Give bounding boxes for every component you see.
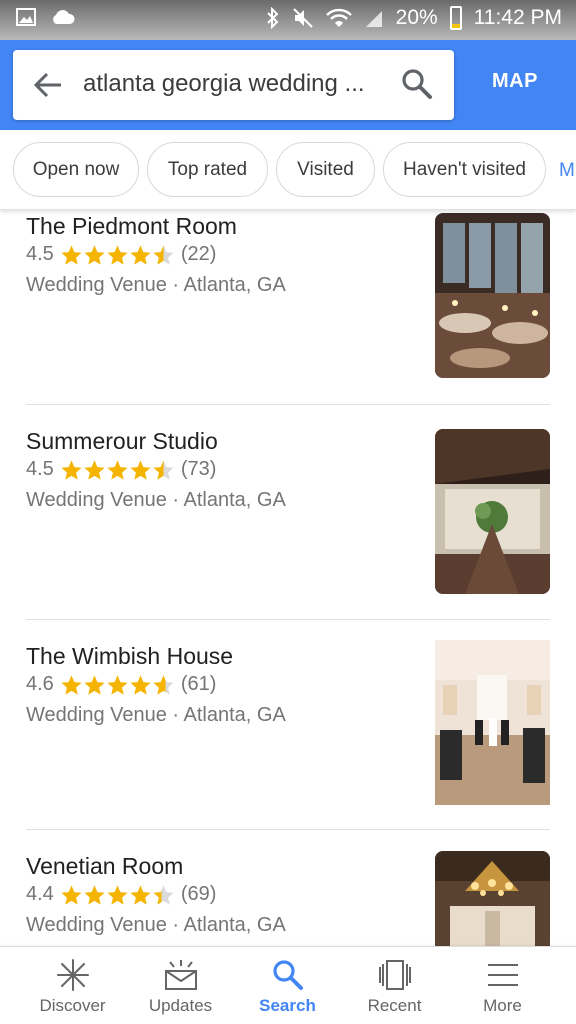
battery-percent: 20% <box>395 6 438 29</box>
place-photo[interactable] <box>435 640 550 805</box>
bluetooth-icon <box>266 7 279 29</box>
rating-value: 4.6 <box>26 673 54 695</box>
map-button[interactable]: MAP <box>474 70 556 93</box>
star-icon <box>61 459 82 480</box>
review-count: (22) <box>180 243 217 265</box>
rating-row: 4.4 (69) <box>26 883 216 906</box>
search-icon <box>272 960 303 990</box>
nav-label: Discover <box>39 996 106 1015</box>
review-count: (61) <box>180 673 217 695</box>
signal-icon <box>365 11 382 27</box>
place-category: Wedding Venue · Atlanta, GA <box>26 489 286 511</box>
discover-icon <box>56 959 89 991</box>
star-icon <box>153 459 174 480</box>
place-category: Wedding Venue · Atlanta, GA <box>26 704 286 726</box>
recent-icon <box>378 960 411 990</box>
star-icon <box>107 884 128 905</box>
nav-discover[interactable]: Discover <box>15 947 130 1024</box>
star-icon <box>130 884 151 905</box>
star-rating <box>60 244 175 266</box>
app-header: atlanta georgia wedding ... MAP <box>0 40 576 130</box>
nav-label: Search <box>259 996 316 1015</box>
result-item[interactable]: The Wimbish House 4.6 (61) Wedding Venue… <box>0 620 576 830</box>
nav-search[interactable]: Search <box>230 947 345 1024</box>
review-count: (69) <box>180 883 217 905</box>
more-icon <box>487 964 518 986</box>
wifi-icon <box>325 8 352 27</box>
rating-value: 4.5 <box>26 458 54 480</box>
search-box[interactable]: atlanta georgia wedding ... <box>13 50 454 120</box>
battery-icon <box>449 6 462 30</box>
search-icon[interactable] <box>401 68 433 100</box>
star-icon <box>130 674 151 695</box>
star-icon <box>107 459 128 480</box>
nav-more[interactable]: More <box>445 947 560 1024</box>
place-name: The Piedmont Room <box>26 213 237 239</box>
rating-value: 4.5 <box>26 243 54 265</box>
star-icon <box>84 884 105 905</box>
chip-visited[interactable]: Visited <box>276 142 375 197</box>
star-icon <box>153 884 174 905</box>
result-item[interactable]: The Piedmont Room 4.5 (22) Wedding Venue… <box>0 210 576 405</box>
clock: 11:42 PM <box>473 6 562 29</box>
chip-open-now[interactable]: Open now <box>13 142 139 197</box>
place-photo[interactable] <box>435 213 550 378</box>
review-count: (73) <box>180 458 217 480</box>
nav-label: Updates <box>148 996 213 1015</box>
back-arrow-icon[interactable] <box>33 72 63 98</box>
star-icon <box>61 884 82 905</box>
star-icon <box>84 674 105 695</box>
chip-havent-visited[interactable]: Haven't visited <box>383 142 546 197</box>
nav-label: Recent <box>367 996 422 1015</box>
place-photo[interactable] <box>435 851 550 946</box>
search-input[interactable]: atlanta georgia wedding ... <box>83 70 383 98</box>
star-icon <box>61 674 82 695</box>
rating-row: 4.5 (73) <box>26 458 216 481</box>
star-icon <box>107 244 128 265</box>
star-icon <box>153 244 174 265</box>
star-rating <box>60 459 175 481</box>
place-name: Summerour Studio <box>26 428 218 454</box>
nav-updates[interactable]: Updates <box>123 947 238 1024</box>
star-icon <box>84 459 105 480</box>
star-rating <box>60 884 175 906</box>
star-icon <box>84 244 105 265</box>
result-item[interactable]: Summerour Studio 4.5 (73) Wedding Venue … <box>0 405 576 619</box>
rating-row: 4.5 (22) <box>26 243 216 266</box>
cloud-icon <box>53 10 75 24</box>
gallery-icon <box>16 8 36 26</box>
place-category: Wedding Venue · Atlanta, GA <box>26 274 286 296</box>
nav-recent[interactable]: Recent <box>337 947 452 1024</box>
place-name: The Wimbish House <box>26 643 234 669</box>
rating-value: 4.4 <box>26 883 54 905</box>
bottom-nav: Discover Updates Search Recent More <box>0 946 576 1024</box>
star-icon <box>130 459 151 480</box>
rating-row: 4.6 (61) <box>26 673 216 696</box>
place-photo[interactable] <box>435 429 550 594</box>
star-icon <box>130 244 151 265</box>
result-item[interactable]: Venetian Room 4.4 (69) Wedding Venue · A… <box>0 830 576 946</box>
mute-icon <box>292 8 313 28</box>
star-rating <box>60 674 175 696</box>
place-name: Venetian Room <box>26 853 184 879</box>
updates-icon <box>164 960 197 990</box>
star-icon <box>61 244 82 265</box>
chip-more[interactable]: M <box>559 160 575 182</box>
star-icon <box>107 674 128 695</box>
place-category: Wedding Venue · Atlanta, GA <box>26 914 286 936</box>
star-icon <box>153 674 174 695</box>
results-list: The Piedmont Room 4.5 (22) Wedding Venue… <box>0 210 576 946</box>
nav-label: More <box>483 996 522 1015</box>
status-bar: 20% 11:42 PM <box>0 0 576 40</box>
filter-chips: Open now Top rated Visited Haven't visit… <box>0 130 576 210</box>
chip-top-rated[interactable]: Top rated <box>147 142 268 197</box>
